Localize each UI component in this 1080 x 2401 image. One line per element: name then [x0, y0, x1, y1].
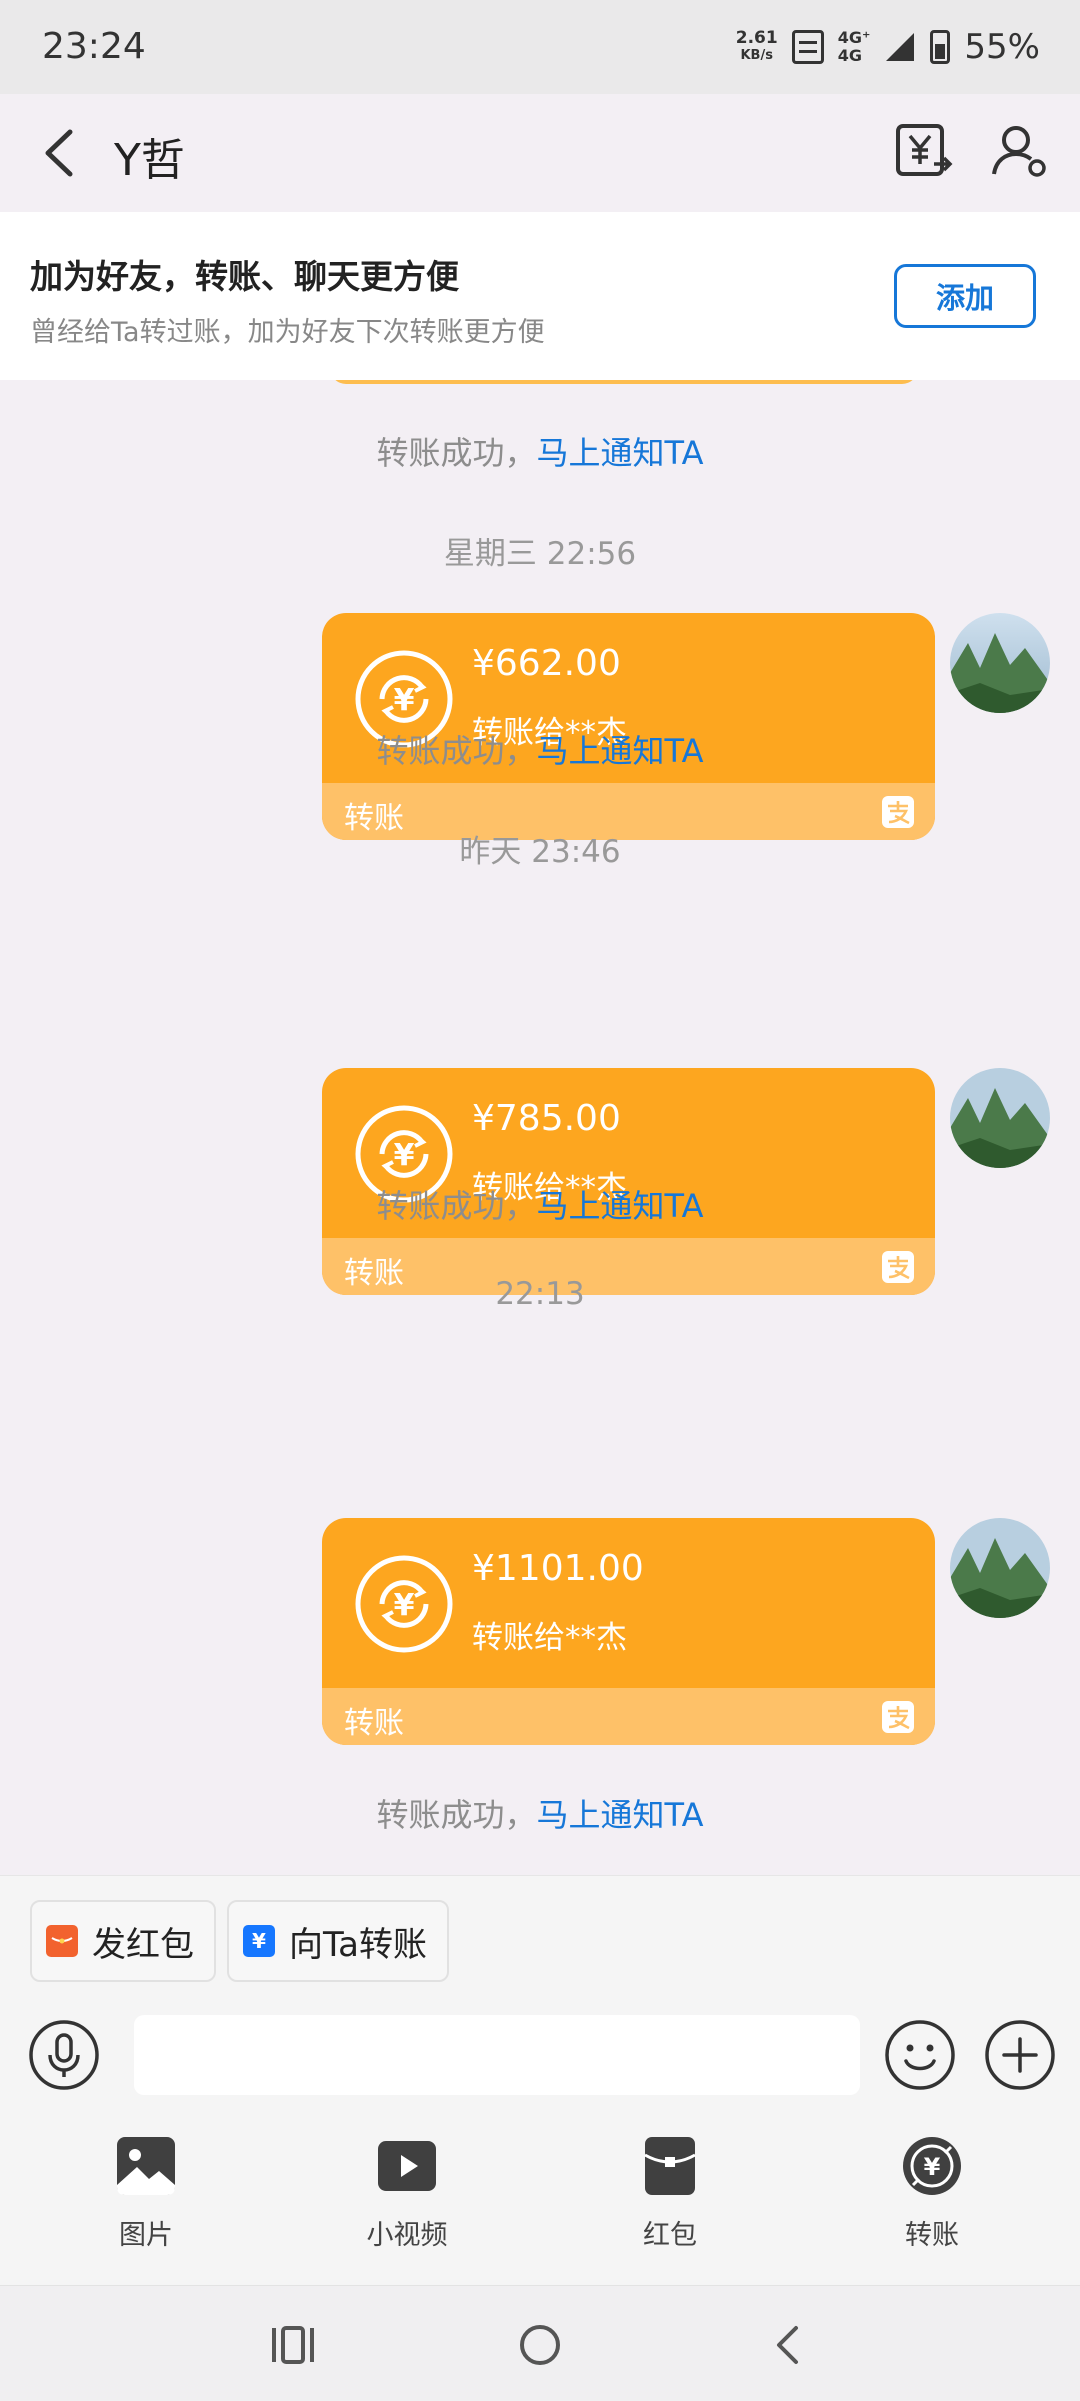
- input-bar: [0, 1985, 1080, 2115]
- transfer-recipient: 转账给**杰: [472, 1620, 627, 1656]
- battery-icon: [930, 30, 951, 64]
- panel-video-label: 小视频: [366, 2220, 448, 2251]
- signal-icon: [886, 33, 915, 61]
- network-type-bottom: 4G: [837, 46, 862, 65]
- network-type: 4G⁺ 4G: [838, 29, 871, 65]
- recent-apps-icon[interactable]: [268, 2320, 318, 2370]
- transfer-card-label: 转账: [344, 1706, 404, 1741]
- svg-text:¥: ¥: [394, 1588, 415, 1623]
- transfer-card[interactable]: ¥ ¥1101.00 转账给**杰 转账: [322, 1518, 935, 1745]
- transfer-icon: ¥: [903, 2137, 961, 2195]
- svg-text:¥: ¥: [394, 1138, 415, 1173]
- panel-red-packet-label: 红包: [643, 2220, 697, 2251]
- transfer-amount: ¥1101.00: [472, 1548, 644, 1589]
- notify-link[interactable]: 马上通知TA: [537, 1796, 704, 1834]
- transfer-amount: ¥662.00: [472, 643, 621, 684]
- microphone-icon[interactable]: [28, 2019, 100, 2091]
- notify-link[interactable]: 马上通知TA: [537, 1187, 704, 1225]
- quick-action-bar: 发红包 ¥ 向Ta转账: [0, 1875, 1080, 1985]
- chat-message-list[interactable]: 转账成功，马上通知TA 星期三 22:56 ¥ ¥662.00 转账给**杰 转…: [0, 380, 1080, 1875]
- transfer-yuan-icon: ¥: [355, 1555, 453, 1653]
- bill-icon[interactable]: [894, 122, 954, 180]
- message-timestamp: 昨天 23:46: [459, 834, 621, 870]
- panel-red-packet[interactable]: 红包: [590, 2135, 750, 2252]
- transfer-to-ta-button[interactable]: ¥ 向Ta转账: [227, 1900, 449, 1982]
- notice-text: 转账成功，: [376, 1796, 537, 1834]
- banner-subtitle: 曾经给Ta转过账，加为好友下次转账更方便: [30, 317, 545, 348]
- message-timestamp: 星期三 22:56: [443, 536, 637, 572]
- panel-transfer-label: 转账: [905, 2220, 959, 2251]
- network-speed-unit: KB/s: [740, 48, 773, 63]
- add-friend-banner: 加为好友，转账、聊天更方便 曾经给Ta转过账，加为好友下次转账更方便 添加: [0, 212, 1080, 380]
- hd-icon: [791, 30, 824, 64]
- transfer-to-ta-label: 向Ta转账: [289, 1924, 427, 1965]
- transfer-success-notice: 转账成功，马上通知TA: [0, 726, 1080, 772]
- avatar[interactable]: [950, 1068, 1050, 1168]
- notice-text: 转账成功，: [376, 1187, 537, 1225]
- network-speed-value: 2.61: [735, 28, 778, 48]
- svg-text:¥: ¥: [394, 683, 415, 718]
- red-packet-icon: [644, 2137, 696, 2195]
- notify-link[interactable]: 马上通知TA: [537, 434, 704, 472]
- transfer-amount: ¥785.00: [472, 1098, 621, 1139]
- banner-title: 加为好友，转账、聊天更方便: [30, 257, 459, 296]
- avatar[interactable]: [950, 613, 1050, 713]
- network-type-top: 4G⁺: [837, 28, 871, 47]
- notice-text: 转账成功，: [376, 434, 537, 472]
- send-red-packet-label: 发红包: [92, 1924, 194, 1965]
- panel-transfer[interactable]: ¥ 转账: [852, 2135, 1012, 2252]
- svg-text:¥: ¥: [924, 2153, 941, 2181]
- transfer-success-notice: 转账成功，马上通知TA: [0, 1790, 1080, 1836]
- transfer-success-notice: 转账成功，马上通知TA: [0, 1181, 1080, 1227]
- previous-transfer-card[interactable]: [330, 380, 918, 384]
- home-icon[interactable]: [515, 2320, 565, 2370]
- panel-video[interactable]: 小视频: [327, 2135, 487, 2252]
- message-input[interactable]: [134, 2015, 860, 2095]
- transfer-success-notice: 转账成功，马上通知TA: [0, 428, 1080, 474]
- red-packet-icon: [46, 1925, 78, 1957]
- photo-icon: [117, 2137, 175, 2195]
- alipay-icon: [882, 796, 914, 828]
- avatar[interactable]: [950, 1518, 1050, 1618]
- panel-photo-label: 图片: [119, 2220, 173, 2251]
- status-bar: 23:24 2.61 KB/s 4G⁺ 4G 55%: [0, 0, 1080, 94]
- transfer-icon: ¥: [243, 1925, 275, 1957]
- panel-photo[interactable]: 图片: [66, 2135, 226, 2252]
- emoji-icon[interactable]: [884, 2019, 956, 2091]
- profile-settings-icon[interactable]: [990, 122, 1050, 180]
- network-speed: 2.61 KB/s: [736, 29, 778, 65]
- back-icon[interactable]: [764, 2320, 814, 2370]
- status-time: 23:24: [42, 26, 146, 67]
- chat-header: Y哲: [0, 94, 1080, 212]
- message-timestamp: 22:13: [495, 1276, 585, 1312]
- video-icon: [378, 2141, 436, 2191]
- send-red-packet-button[interactable]: 发红包: [30, 1900, 216, 1982]
- back-arrow-icon[interactable]: [36, 126, 86, 180]
- add-friend-button[interactable]: 添加: [894, 264, 1036, 328]
- battery-percent: 55%: [964, 27, 1040, 67]
- notify-link[interactable]: 马上通知TA: [537, 732, 704, 770]
- transfer-card-footer: 转账: [322, 1688, 935, 1745]
- system-navigation-bar: [0, 2285, 1080, 2401]
- notice-text: 转账成功，: [376, 732, 537, 770]
- alipay-icon: [882, 1701, 914, 1733]
- page-title: Y哲: [114, 135, 185, 186]
- more-functions-panel: 图片 小视频 红包 ¥ 转账: [0, 2115, 1080, 2285]
- plus-icon[interactable]: [984, 2019, 1056, 2091]
- status-icons: 2.61 KB/s 4G⁺ 4G 55%: [736, 22, 1040, 72]
